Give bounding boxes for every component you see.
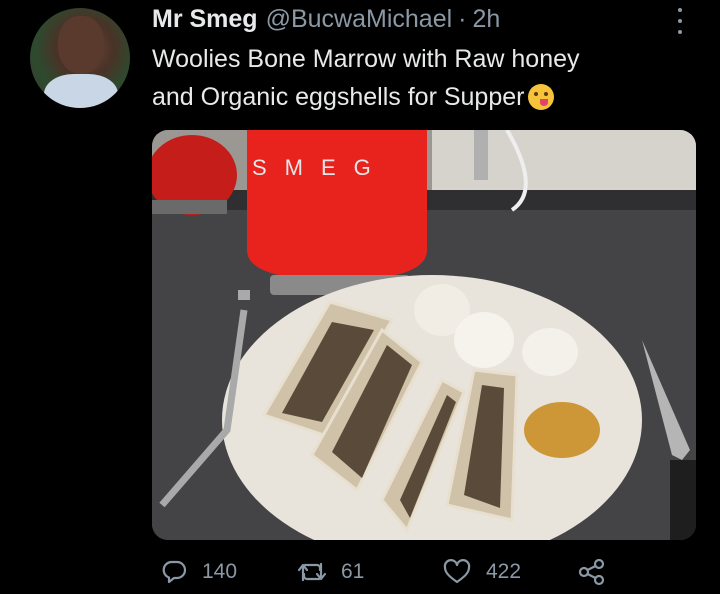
tweet-actions: 140 61 422 [152, 558, 696, 594]
more-options-icon[interactable] [670, 8, 690, 34]
retweet-count: 61 [341, 560, 365, 583]
tweet-text-line-1: Woolies Bone Marrow with Raw honey [152, 45, 580, 73]
reply-count: 140 [202, 560, 238, 583]
tweet-header: Mr Smeg @BucwaMichael · 2h [152, 2, 680, 36]
heart-icon [443, 559, 471, 584]
share-action[interactable] [577, 558, 621, 586]
share-icon [578, 558, 605, 586]
retweet-action[interactable]: 61 [297, 558, 364, 586]
avatar-face [58, 16, 104, 74]
like-count: 422 [486, 560, 522, 583]
like-action[interactable]: 422 [442, 558, 521, 586]
face-savoring-food-emoji [528, 84, 555, 110]
reply-icon [162, 560, 187, 584]
tweet-text: Woolies Bone Marrow with Raw honey and O… [152, 40, 692, 116]
separator-dot: · [458, 4, 467, 33]
kettle-logo-text: SMEG [252, 155, 389, 180]
author-avatar[interactable] [30, 8, 130, 108]
tweet-text-line-2-text: and Organic eggshells for Supper [152, 83, 525, 111]
reply-action[interactable]: 140 [160, 558, 237, 586]
avatar-shirt [44, 74, 118, 108]
retweet-icon [297, 562, 327, 582]
author-name[interactable]: Mr Smeg [152, 5, 258, 34]
tweet-timestamp[interactable]: 2h [472, 5, 500, 34]
author-handle[interactable]: @BucwaMichael [266, 5, 453, 34]
photo-illustration: SMEG [152, 130, 696, 540]
tweet-photo[interactable]: SMEG [152, 130, 696, 540]
tweet-text-line-2: and Organic eggshells for Supper [152, 78, 692, 116]
